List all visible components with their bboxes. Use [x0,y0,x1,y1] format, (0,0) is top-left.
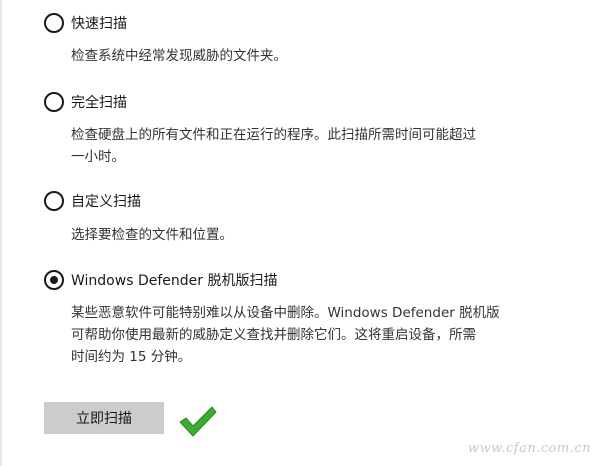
full-scan-radio[interactable] [44,92,64,112]
description-line: 检查硬盘上的所有文件和正在运行的程序。此扫描所需时间可能超过 [71,127,476,143]
watermark: www.cfan.com.cn [468,441,592,456]
full-scan-label: 完全扫描 [71,95,127,111]
full-scan-description: 检查硬盘上的所有文件和正在运行的程序。此扫描所需时间可能超过 一小时。 [71,124,541,168]
quick-scan-option[interactable]: 快速扫描 [44,12,127,34]
custom-scan-option[interactable]: 自定义扫描 [44,190,141,212]
custom-scan-radio[interactable] [44,191,64,211]
description-line: 可帮助你使用最新的威胁定义查找并删除它们。这将重启设备，所需 [71,327,476,343]
quick-scan-radio[interactable] [44,13,64,33]
description-line: 某些恶意软件可能特别难以从设备中删除。Windows Defender 脱机版 [71,305,500,321]
panel-left-edge [0,0,2,466]
scan-now-button[interactable]: 立即扫描 [44,402,164,434]
description-line: 选择要检查的文件和位置。 [71,227,233,243]
custom-scan-description: 选择要检查的文件和位置。 [71,224,541,246]
offline-scan-label: Windows Defender 脱机版扫描 [71,273,278,289]
offline-scan-option[interactable]: Windows Defender 脱机版扫描 [44,269,277,291]
offline-scan-description: 某些恶意软件可能特别难以从设备中删除。Windows Defender 脱机版 … [71,302,541,368]
offline-scan-radio[interactable] [44,270,64,290]
quick-scan-label: 快速扫描 [71,16,127,32]
quick-scan-description: 检查系统中经常发现威胁的文件夹。 [71,45,541,67]
description-line: 时间约为 15 分钟。 [71,349,192,365]
full-scan-option[interactable]: 完全扫描 [44,91,127,113]
description-line: 一小时。 [71,149,125,165]
green-checkmark-icon [178,404,218,442]
custom-scan-label: 自定义扫描 [71,194,141,210]
description-line: 检查系统中经常发现威胁的文件夹。 [71,48,287,64]
